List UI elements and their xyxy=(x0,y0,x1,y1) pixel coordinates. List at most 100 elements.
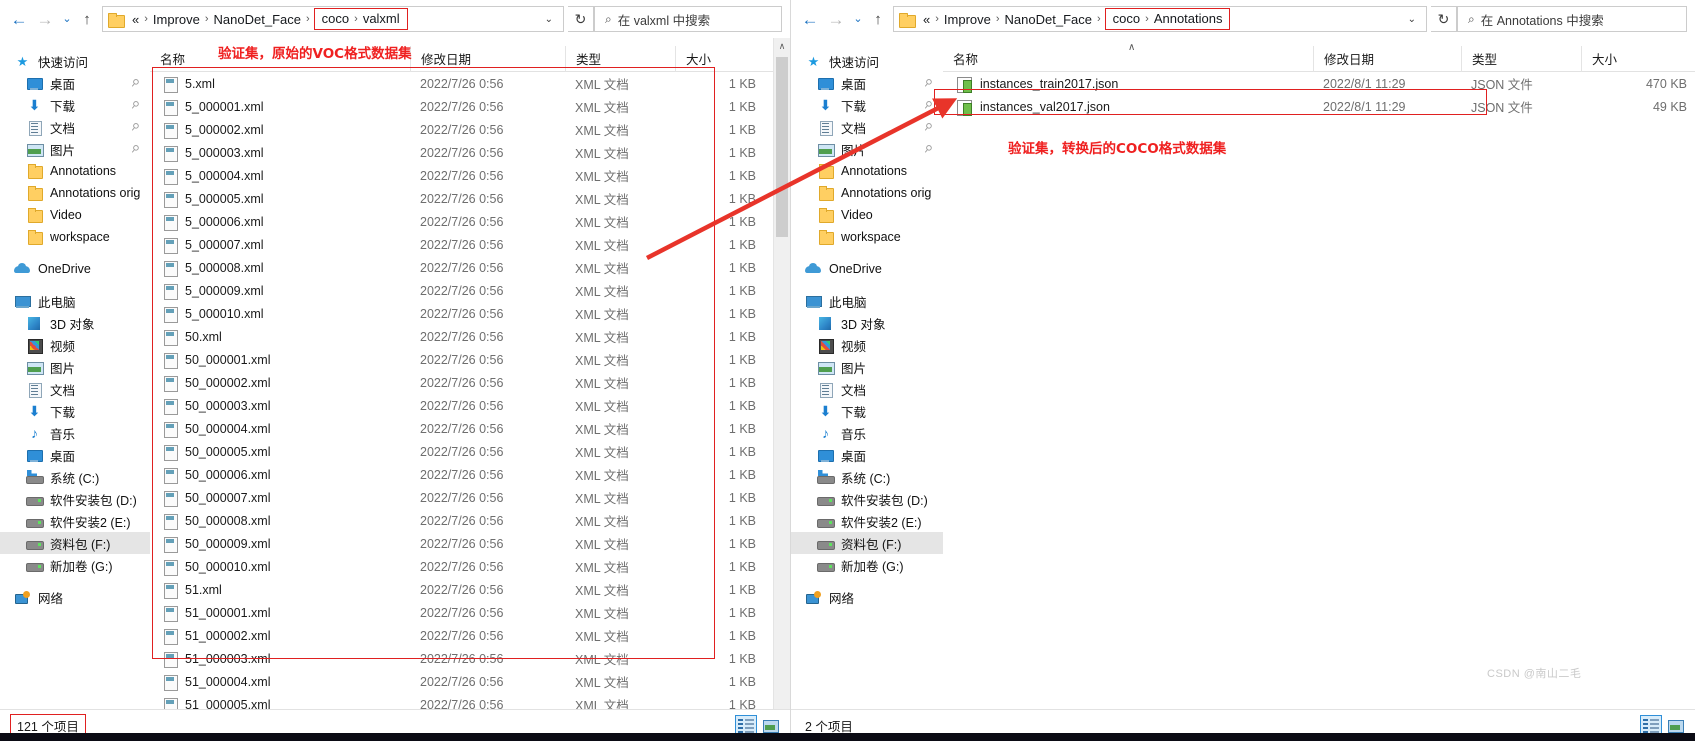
column-header-date[interactable]: 修改日期 xyxy=(410,45,565,72)
navigation-pane-left[interactable]: ★ 快速访问 桌面 ⚲ ⬇ 下载 ⚲ 文档 ⚲ 图片 ⚲ Annotations Annotations… xyxy=(0,38,150,741)
table-row[interactable]: 50_000008.xml 2022/7/26 0:56 XML 文档 1 KB xyxy=(150,509,790,532)
file-name-cell[interactable]: 50_000005.xml xyxy=(150,444,410,461)
sidebar-item[interactable]: workspace xyxy=(791,226,943,248)
sidebar-item[interactable]: 软件安装2 (E:) xyxy=(0,510,150,532)
sidebar-item[interactable]: 系统 (C:) xyxy=(791,466,943,488)
file-name-cell[interactable]: 51_000003.xml xyxy=(150,651,410,668)
file-name-cell[interactable]: 5_000010.xml xyxy=(150,306,410,323)
table-row[interactable]: 5_000010.xml 2022/7/26 0:56 XML 文档 1 KB xyxy=(150,302,790,325)
file-rows-right[interactable]: instances_train2017.json 2022/8/1 11:29 JS… xyxy=(943,72,1695,741)
file-name-cell[interactable]: 51.xml xyxy=(150,582,410,599)
forward-button-left[interactable]: → xyxy=(32,6,58,32)
recent-locations-chevron-icon-right[interactable]: ⌄ xyxy=(849,6,867,32)
table-row[interactable]: 5_000004.xml 2022/7/26 0:56 XML 文档 1 KB xyxy=(150,164,790,187)
table-row[interactable]: 50_000002.xml 2022/7/26 0:56 XML 文档 1 KB xyxy=(150,371,790,394)
sidebar-item[interactable]: 视频 xyxy=(0,334,150,356)
file-name-cell[interactable]: instances_train2017.json xyxy=(943,76,1313,93)
pin-icon[interactable]: ⚲ xyxy=(921,76,934,89)
pin-icon[interactable]: ⚲ xyxy=(921,98,934,111)
file-name-cell[interactable]: 5_000005.xml xyxy=(150,191,410,208)
sidebar-item[interactable]: 视频 xyxy=(791,334,943,356)
breadcrumb-item-improve[interactable]: Improve xyxy=(941,11,994,28)
file-name-cell[interactable]: 50_000008.xml xyxy=(150,513,410,530)
table-row[interactable]: 5_000007.xml 2022/7/26 0:56 XML 文档 1 KB xyxy=(150,233,790,256)
address-dropdown-chevron-icon-right[interactable]: ⌄ xyxy=(1400,14,1424,25)
sidebar-item[interactable]: 新加卷 (G:) xyxy=(0,554,150,576)
back-button-right[interactable]: ← xyxy=(797,6,823,32)
column-header-size[interactable]: 大小 xyxy=(675,45,770,72)
file-name-cell[interactable]: 5_000006.xml xyxy=(150,214,410,231)
table-row[interactable]: 50_000009.xml 2022/7/26 0:56 XML 文档 1 KB xyxy=(150,532,790,555)
table-row[interactable]: 50_000003.xml 2022/7/26 0:56 XML 文档 1 KB xyxy=(150,394,790,417)
file-name-cell[interactable]: 50_000007.xml xyxy=(150,490,410,507)
recent-locations-chevron-icon-left[interactable]: ⌄ xyxy=(58,6,76,32)
table-row[interactable]: 5.xml 2022/7/26 0:56 XML 文档 1 KB xyxy=(150,72,790,95)
refresh-button-right[interactable]: ↻ xyxy=(1431,6,1457,32)
table-row[interactable]: 5_000009.xml 2022/7/26 0:56 XML 文档 1 KB xyxy=(150,279,790,302)
file-name-cell[interactable]: 5_000002.xml xyxy=(150,122,410,139)
sidebar-item[interactable]: Annotations orig xyxy=(0,182,150,204)
sidebar-item[interactable]: Annotations orig xyxy=(791,182,943,204)
breadcrumb-item-improve[interactable]: Improve xyxy=(150,11,203,28)
sidebar-item[interactable]: 桌面 ⚲ xyxy=(791,72,943,94)
breadcrumb-item-valxml[interactable]: valxml xyxy=(360,10,403,27)
sidebar-item[interactable]: ⬇ 下载 ⚲ xyxy=(0,94,150,116)
file-name-cell[interactable]: 5_000001.xml xyxy=(150,99,410,116)
breadcrumb-item-annotations[interactable]: Annotations xyxy=(1151,10,1226,27)
table-row[interactable]: 51_000002.xml 2022/7/26 0:56 XML 文档 1 KB xyxy=(150,624,790,647)
sidebar-item[interactable]: ★ 快速访问 xyxy=(0,50,150,72)
sidebar-item[interactable]: ⬇ 下载 xyxy=(0,400,150,422)
sidebar-item[interactable]: ⬇ 下载 xyxy=(791,400,943,422)
up-button-left[interactable]: ↑ xyxy=(76,6,98,32)
breadcrumb-prefix[interactable]: « xyxy=(129,11,142,28)
search-box-left[interactable]: ⌕ 在 valxml 中搜索 xyxy=(594,6,782,32)
sidebar-item[interactable]: ♪ 音乐 xyxy=(791,422,943,444)
sidebar-item[interactable]: 软件安装2 (E:) xyxy=(791,510,943,532)
sidebar-item[interactable]: Annotations xyxy=(0,160,150,182)
table-row[interactable]: 50_000005.xml 2022/7/26 0:56 XML 文档 1 KB xyxy=(150,440,790,463)
sidebar-item[interactable]: 系统 (C:) xyxy=(0,466,150,488)
table-row[interactable]: 5_000001.xml 2022/7/26 0:56 XML 文档 1 KB xyxy=(150,95,790,118)
table-row[interactable]: 50_000001.xml 2022/7/26 0:56 XML 文档 1 KB xyxy=(150,348,790,371)
table-row[interactable]: 50_000004.xml 2022/7/26 0:56 XML 文档 1 KB xyxy=(150,417,790,440)
sidebar-item[interactable]: 资料包 (F:) xyxy=(791,532,943,554)
table-row[interactable]: 5_000008.xml 2022/7/26 0:56 XML 文档 1 KB xyxy=(150,256,790,279)
file-name-cell[interactable]: 50_000010.xml xyxy=(150,559,410,576)
sidebar-item[interactable]: 软件安装包 (D:) xyxy=(791,488,943,510)
pin-icon[interactable]: ⚲ xyxy=(128,98,141,111)
refresh-button-left[interactable]: ↻ xyxy=(568,6,594,32)
search-box-right[interactable]: ⌕ 在 Annotations 中搜索 xyxy=(1457,6,1687,32)
file-name-cell[interactable]: 50.xml xyxy=(150,329,410,346)
file-rows-left[interactable]: 5.xml 2022/7/26 0:56 XML 文档 1 KB 5_000001.xm… xyxy=(150,72,790,741)
sidebar-item[interactable]: 资料包 (F:) xyxy=(0,532,150,554)
table-row[interactable]: instances_train2017.json 2022/8/1 11:29 JS… xyxy=(943,72,1695,95)
sidebar-item[interactable]: OneDrive xyxy=(791,258,943,280)
sidebar-item[interactable]: 图片 xyxy=(0,356,150,378)
sidebar-item[interactable]: 新加卷 (G:) xyxy=(791,554,943,576)
pin-icon[interactable]: ⚲ xyxy=(921,142,934,155)
sidebar-item[interactable]: 网络 xyxy=(791,586,943,608)
table-row[interactable]: 50_000006.xml 2022/7/26 0:56 XML 文档 1 KB xyxy=(150,463,790,486)
table-row[interactable]: 51_000004.xml 2022/7/26 0:56 XML 文档 1 KB xyxy=(150,670,790,693)
sidebar-item[interactable]: 文档 xyxy=(791,378,943,400)
sidebar-item[interactable]: 文档 ⚲ xyxy=(0,116,150,138)
sidebar-item[interactable]: OneDrive xyxy=(0,258,150,280)
file-name-cell[interactable]: 5_000008.xml xyxy=(150,260,410,277)
sidebar-item[interactable]: 3D 对象 xyxy=(791,312,943,334)
table-row[interactable]: instances_val2017.json 2022/8/1 11:29 JSON… xyxy=(943,95,1695,118)
sidebar-item[interactable]: Video xyxy=(0,204,150,226)
file-name-cell[interactable]: instances_val2017.json xyxy=(943,99,1313,116)
sidebar-item[interactable]: 桌面 ⚲ xyxy=(0,72,150,94)
sidebar-item[interactable]: 桌面 xyxy=(0,444,150,466)
table-row[interactable]: 50_000010.xml 2022/7/26 0:56 XML 文档 1 KB xyxy=(150,555,790,578)
table-row[interactable]: 5_000006.xml 2022/7/26 0:56 XML 文档 1 KB xyxy=(150,210,790,233)
up-button-right[interactable]: ↑ xyxy=(867,6,889,32)
sidebar-item[interactable]: 图片 ⚲ xyxy=(0,138,150,160)
table-row[interactable]: 51_000001.xml 2022/7/26 0:56 XML 文档 1 KB xyxy=(150,601,790,624)
column-header-size[interactable]: 大小 xyxy=(1581,45,1695,72)
sidebar-item[interactable]: 图片 xyxy=(791,356,943,378)
breadcrumb-item-coco[interactable]: coco xyxy=(319,10,352,27)
sidebar-item[interactable]: 图片 ⚲ xyxy=(791,138,943,160)
file-name-cell[interactable]: 50_000006.xml xyxy=(150,467,410,484)
sidebar-item[interactable]: workspace xyxy=(0,226,150,248)
